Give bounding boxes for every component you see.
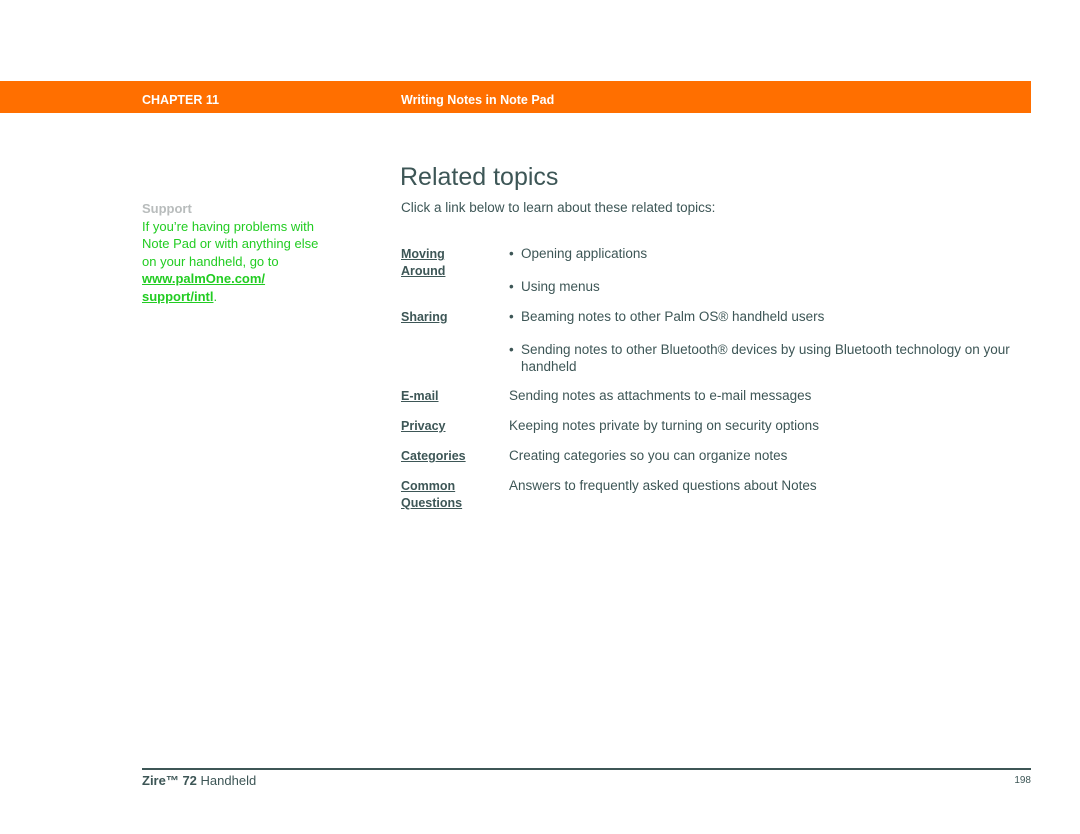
- list-item: Using menus: [509, 279, 1021, 296]
- link-sharing[interactable]: Sharing: [401, 309, 481, 326]
- product-name: Zire™ 72: [142, 773, 197, 788]
- product-suffix: Handheld: [196, 773, 257, 788]
- topic-desc: Keeping notes private by turning on secu…: [509, 418, 819, 433]
- support-end: .: [213, 288, 218, 304]
- topic-desc: Sending notes as attachments to e-mail m…: [509, 388, 812, 403]
- support-sidebar: Support If you’re having problems with N…: [142, 200, 322, 306]
- intro-text: Click a link below to learn about these …: [401, 200, 716, 215]
- support-text: If you’re having problems with Note Pad …: [142, 218, 319, 269]
- chapter-title: Writing Notes in Note Pad: [401, 93, 555, 107]
- topic-desc: Creating categories so you can organize …: [509, 448, 788, 463]
- list-item: Sending notes to other Bluetooth® device…: [509, 342, 1011, 375]
- link-privacy[interactable]: Privacy: [401, 418, 481, 435]
- link-email[interactable]: E-mail: [401, 388, 481, 405]
- list-item: Opening applications: [509, 246, 1021, 263]
- support-link[interactable]: www.palmOne.com/ support/intl: [142, 271, 265, 304]
- link-moving-around[interactable]: Moving Around: [401, 246, 481, 279]
- page-number: 198: [1014, 775, 1031, 786]
- footer-rule: [142, 768, 1031, 770]
- chapter-label: CHAPTER 11: [142, 93, 220, 107]
- page-title: Related topics: [400, 163, 559, 191]
- list-item: Beaming notes to other Palm OS® handheld…: [509, 309, 1021, 326]
- topic-desc: Answers to frequently asked questions ab…: [509, 478, 817, 493]
- link-categories[interactable]: Categories: [401, 448, 481, 465]
- link-common-questions[interactable]: Common Questions: [401, 478, 471, 511]
- footer-product: Zire™ 72 Handheld: [142, 773, 256, 788]
- support-heading: Support: [142, 201, 192, 216]
